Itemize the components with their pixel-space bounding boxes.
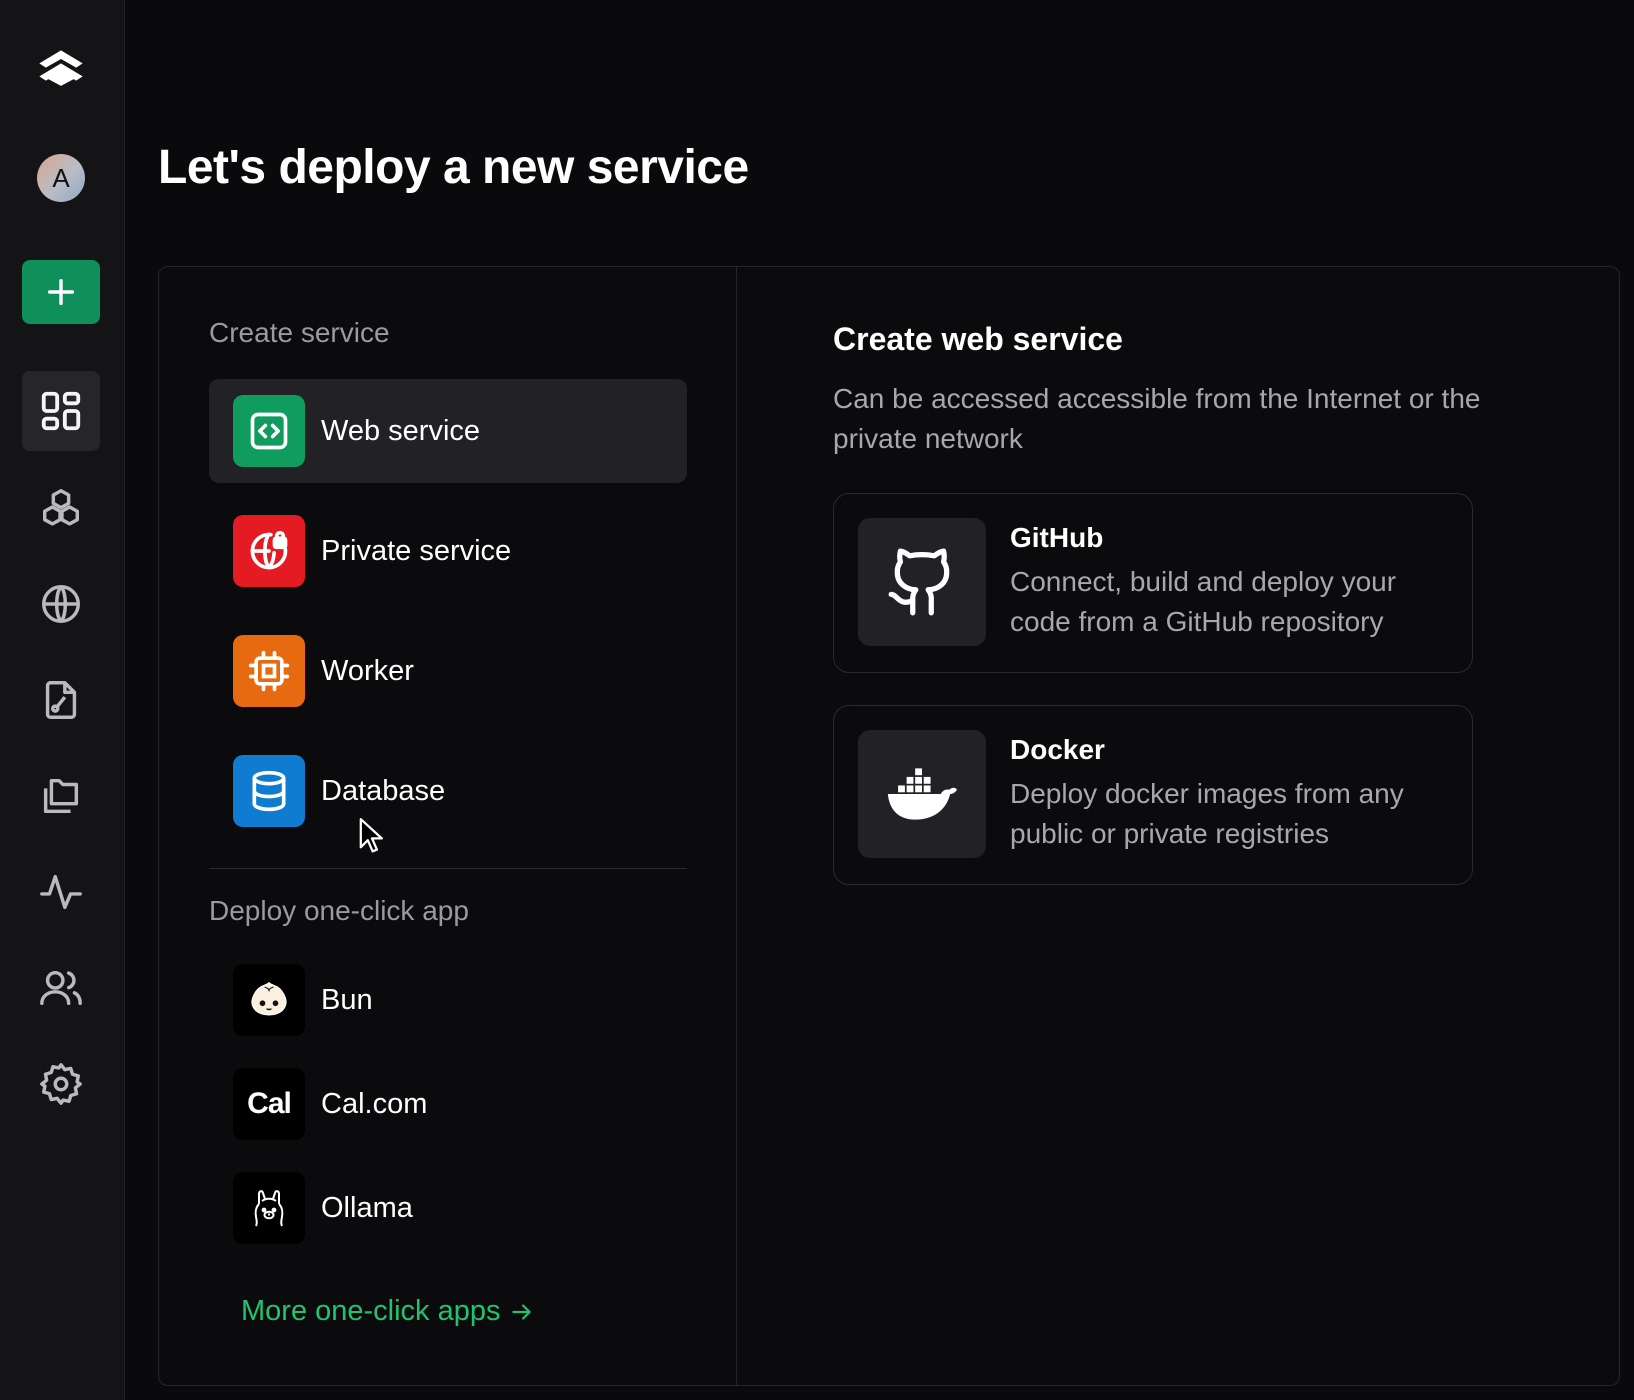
one-click-app-bun[interactable]: Bun xyxy=(209,960,687,1040)
detail-description: Can be accessed accessible from the Inte… xyxy=(833,383,1481,454)
page-title: Let's deploy a new service xyxy=(158,141,749,194)
bun-icon xyxy=(233,964,305,1036)
one-click-app-label: Bun xyxy=(321,983,373,1016)
service-type-column: Create service Web service Private servi… xyxy=(159,267,737,1385)
one-click-app-label: Ollama xyxy=(321,1191,413,1224)
create-service-heading: Create service xyxy=(209,317,390,348)
service-option-web[interactable]: Web service xyxy=(209,379,687,483)
sidebar-item-domains[interactable] xyxy=(22,564,100,644)
activity-icon xyxy=(40,874,82,910)
service-option-label: Database xyxy=(321,774,446,807)
ollama-icon xyxy=(233,1172,305,1244)
service-option-label: Worker xyxy=(321,654,414,687)
cpu-icon xyxy=(233,635,305,707)
sidebar-item-settings[interactable] xyxy=(22,1044,100,1124)
service-option-label: Web service xyxy=(321,414,481,447)
service-option-private[interactable]: Private service xyxy=(209,499,687,603)
service-option-label: Private service xyxy=(321,534,512,567)
source-description: Connect, build and deploy your code from… xyxy=(1010,566,1397,637)
cal-icon: Cal xyxy=(233,1068,305,1140)
one-click-app-label: Cal.com xyxy=(321,1087,428,1120)
one-click-heading: Deploy one-click app xyxy=(209,895,469,926)
gear-icon xyxy=(40,1063,82,1105)
sidebar-item-dashboard[interactable] xyxy=(22,371,100,451)
detail-title: Create web service xyxy=(833,321,1123,357)
file-chart-icon xyxy=(45,681,77,719)
arrow-right-icon xyxy=(511,1303,531,1320)
source-option-github[interactable]: GitHub Connect, build and deploy your co… xyxy=(833,493,1473,673)
sidebar-item-reports[interactable] xyxy=(22,660,100,740)
folders-icon xyxy=(43,778,79,814)
one-click-app-ollama[interactable]: Ollama xyxy=(209,1168,687,1248)
section-divider xyxy=(209,868,687,869)
sidebar: A xyxy=(0,0,125,1400)
mouse-cursor-icon xyxy=(359,818,383,853)
logo-icon[interactable] xyxy=(22,32,100,112)
avatar: A xyxy=(37,154,85,202)
source-description: Deploy docker images from any public or … xyxy=(1010,778,1404,849)
users-icon xyxy=(40,970,82,1006)
docker-icon xyxy=(858,730,986,858)
one-click-app-cal[interactable]: Cal Cal.com xyxy=(209,1064,687,1144)
service-option-worker[interactable]: Worker xyxy=(209,619,687,723)
sidebar-item-services[interactable] xyxy=(22,468,100,548)
service-detail-column: Create web service Can be accessed acces… xyxy=(737,267,1619,1385)
more-link-label: More one-click apps xyxy=(241,1295,501,1327)
source-option-docker[interactable]: Docker Deploy docker images from any pub… xyxy=(833,705,1473,885)
dashboard-icon xyxy=(41,391,81,431)
github-icon xyxy=(858,518,986,646)
database-icon xyxy=(233,755,305,827)
source-name: GitHub xyxy=(1010,522,1104,553)
new-service-button[interactable] xyxy=(22,260,100,324)
code-icon xyxy=(233,395,305,467)
sidebar-item-team[interactable] xyxy=(22,948,100,1028)
user-avatar-button[interactable]: A xyxy=(22,138,100,218)
more-one-click-apps-link[interactable]: More one-click apps xyxy=(241,1295,535,1328)
globe-icon xyxy=(42,585,80,623)
boxes-icon xyxy=(42,489,80,526)
sidebar-item-volumes[interactable] xyxy=(22,756,100,836)
globe-lock-icon xyxy=(233,515,305,587)
cal-glyph: Cal xyxy=(247,1087,292,1120)
plus-icon xyxy=(47,278,75,306)
sidebar-item-activity[interactable] xyxy=(22,852,100,932)
service-option-database[interactable]: Database xyxy=(209,739,687,843)
source-name: Docker xyxy=(1010,734,1105,765)
